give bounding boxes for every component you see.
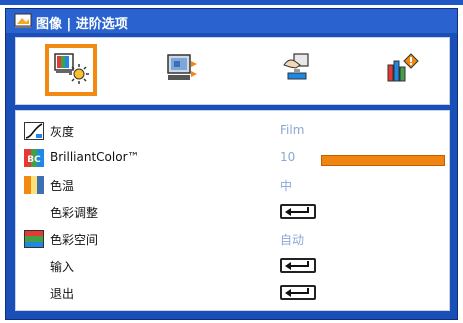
- menu-item-label: 色温: [50, 179, 75, 193]
- menu-item-value: 自动: [280, 233, 305, 247]
- brilliantcolor-icon: BC: [24, 149, 44, 167]
- menu-item-color-space[interactable]: 色彩空间 自动: [16, 227, 449, 251]
- enter-key-icon[interactable]: [280, 285, 316, 300]
- top-accent-line: [0, 0, 463, 5]
- menu-item-color-temperature[interactable]: 色温 中: [16, 173, 449, 197]
- menu-item-exit[interactable]: 退出: [16, 281, 449, 305]
- menu-item-gamma[interactable]: 灰度 Film: [16, 119, 449, 143]
- tab-setup[interactable]: [271, 44, 323, 96]
- tab-display[interactable]: [158, 44, 210, 96]
- menu-item-label: BrilliantColor™: [50, 150, 140, 164]
- menu-item-value: 中: [280, 179, 293, 193]
- picture-settings-icon: [52, 51, 90, 89]
- window-title: 图像 | 进阶选项: [36, 17, 128, 32]
- title-bar: 图像 | 进阶选项: [6, 9, 457, 33]
- menu-item-brilliantcolor[interactable]: BC BrilliantColor™ 10: [16, 146, 449, 170]
- menu-item-input[interactable]: 输入: [16, 254, 449, 278]
- enter-key-icon[interactable]: [280, 258, 316, 273]
- osd-panel: 图像 | 进阶选项 灰度 Film BC BrilliantColor™ 10 …: [5, 8, 458, 320]
- tab-picture[interactable]: [45, 44, 97, 96]
- color-temperature-icon: [24, 176, 44, 194]
- advanced-options-menu: 灰度 Film BC BrilliantColor™ 10 色温 中 色彩调整 …: [15, 110, 450, 311]
- gamma-curve-icon: [24, 122, 44, 140]
- menu-item-label: 退出: [50, 287, 75, 301]
- menu-item-label: 色彩空间: [50, 233, 99, 247]
- menu-item-value: 10: [280, 150, 296, 164]
- menu-item-label: 灰度: [50, 125, 75, 139]
- menu-item-color-adjust[interactable]: 色彩调整: [16, 200, 449, 224]
- menu-item-value: Film: [280, 123, 305, 137]
- menu-item-label: 色彩调整: [50, 206, 99, 220]
- picture-menu-icon: [14, 13, 32, 33]
- options-info-icon: [383, 51, 421, 89]
- menu-item-label: 输入: [50, 260, 75, 274]
- enter-key-icon[interactable]: [280, 204, 316, 219]
- color-space-icon: [24, 230, 44, 248]
- menu-tab-bar: [15, 37, 450, 105]
- tab-options[interactable]: [376, 44, 428, 96]
- setup-hand-icon: [278, 51, 316, 89]
- svg-text:BC: BC: [27, 155, 41, 165]
- screen-display-icon: [165, 51, 203, 89]
- brilliantcolor-slider[interactable]: [321, 155, 445, 166]
